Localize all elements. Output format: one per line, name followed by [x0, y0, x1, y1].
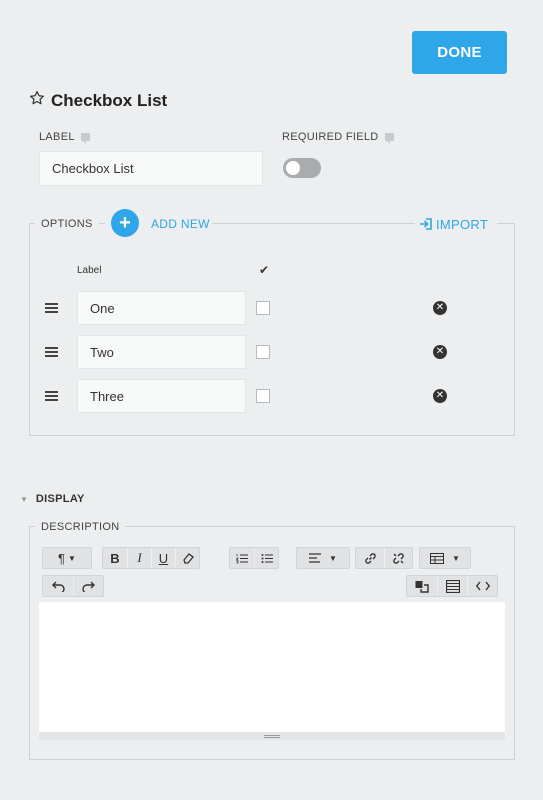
table-dropdown[interactable]: ▼ [419, 547, 471, 569]
page-title: Checkbox List [51, 90, 168, 110]
done-button[interactable]: DONE [412, 31, 507, 74]
import-link[interactable]: IMPORT [415, 214, 497, 234]
editor-resize-handle[interactable] [39, 732, 505, 740]
column-label-header: Label [77, 265, 102, 276]
paragraph-icon: ¶ [58, 550, 66, 566]
star-icon[interactable] [29, 90, 45, 111]
option-default-checkbox[interactable] [256, 345, 270, 359]
unlink-button[interactable] [384, 548, 412, 568]
label-heading-text: LABEL [39, 131, 75, 143]
unlink-icon [393, 552, 404, 564]
italic-button[interactable]: I [127, 548, 151, 568]
eraser-icon [182, 553, 194, 564]
clear-format-button[interactable] [175, 548, 199, 568]
option-default-checkbox[interactable] [256, 301, 270, 315]
required-heading-text: REQUIRED FIELD [282, 131, 379, 143]
description-heading: DESCRIPTION [35, 518, 126, 536]
option-label-input[interactable]: One [77, 291, 246, 325]
remove-option-icon[interactable]: ✕ [433, 389, 447, 403]
remove-option-icon[interactable]: ✕ [433, 301, 447, 315]
drag-handle-icon[interactable] [45, 303, 58, 313]
undo-button[interactable] [43, 576, 73, 596]
bullet-list-button[interactable] [254, 548, 278, 568]
redo-icon [82, 581, 95, 592]
comment-icon[interactable] [80, 133, 90, 144]
add-option-button[interactable]: + [111, 209, 139, 237]
options-heading: OPTIONS [35, 215, 99, 233]
column-check-header: ✔ [259, 263, 270, 277]
drag-handle-icon[interactable] [45, 347, 58, 357]
link-icon [364, 552, 376, 564]
comment-icon[interactable] [384, 133, 394, 144]
import-label: IMPORT [436, 216, 489, 232]
link-group [355, 547, 413, 569]
description-editor[interactable] [39, 602, 505, 732]
required-toggle[interactable] [283, 158, 321, 178]
ordered-list-button[interactable] [230, 548, 254, 568]
insert-link-button[interactable] [356, 548, 384, 568]
option-default-checkbox[interactable] [256, 389, 270, 403]
history-group [42, 575, 104, 597]
list-group [229, 547, 279, 569]
align-dropdown[interactable]: ▼ [296, 547, 350, 569]
bold-button[interactable]: B [103, 548, 127, 568]
redo-button[interactable] [73, 576, 103, 596]
shortcode-icon [415, 580, 429, 593]
drag-handle-icon[interactable] [45, 391, 58, 401]
add-new-link[interactable]: ADD NEW [151, 217, 210, 231]
required-heading: REQUIRED FIELD [282, 131, 394, 144]
code-icon [475, 581, 490, 591]
source-toggle-button[interactable] [407, 576, 437, 596]
align-left-icon [309, 553, 322, 563]
undo-icon [51, 581, 65, 592]
view-group [406, 575, 498, 597]
bullet-list-icon [261, 553, 273, 563]
display-section-toggle[interactable]: ▼ DISPLAY [20, 493, 85, 505]
toggle-knob [286, 161, 300, 175]
options-divider [212, 223, 412, 224]
import-icon [420, 218, 432, 230]
underline-button[interactable]: U [151, 548, 175, 568]
code-button[interactable] [467, 576, 497, 596]
kitchen-sink-button[interactable] [437, 576, 467, 596]
remove-option-icon[interactable]: ✕ [433, 345, 447, 359]
caret-down-icon: ▼ [20, 494, 28, 504]
display-heading: DISPLAY [35, 493, 85, 505]
label-heading: LABEL [39, 131, 90, 144]
ordered-list-icon [236, 553, 248, 563]
option-label-input[interactable]: Three [77, 379, 246, 413]
grid-icon [445, 579, 460, 593]
table-icon [430, 552, 445, 564]
plus-icon: + [119, 212, 131, 234]
field-title-row: Checkbox List [29, 90, 167, 111]
paragraph-format-dropdown[interactable]: ¶ ▼ [42, 547, 92, 569]
text-style-group: B I U [102, 547, 200, 569]
option-label-input[interactable]: Two [77, 335, 246, 369]
label-field[interactable]: Checkbox List [39, 151, 263, 186]
